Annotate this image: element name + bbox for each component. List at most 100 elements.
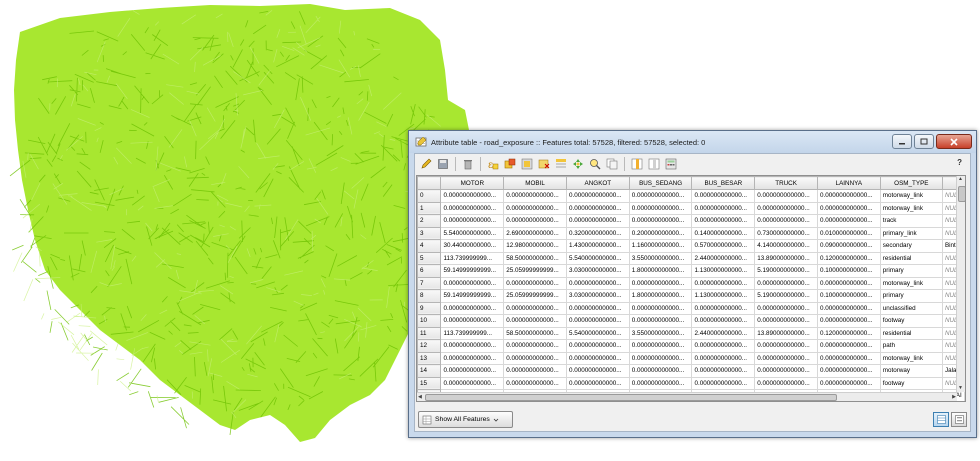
table-cell[interactable]: residential [879, 251, 943, 265]
table-cell[interactable]: motorway_link [879, 276, 943, 290]
table-cell[interactable]: 1.800000000000... [628, 289, 693, 303]
table-cell[interactable]: 0.000000000000... [628, 189, 693, 203]
table-cell[interactable]: 1.160000000000... [628, 239, 693, 253]
scroll-up-icon[interactable]: ▲ [958, 176, 963, 182]
row-number[interactable]: 1 [417, 201, 442, 215]
table-cell[interactable]: 4.140000000000... [754, 239, 818, 253]
field-calculator-button[interactable] [664, 157, 678, 171]
table-cell[interactable]: 0.000000000000... [691, 339, 756, 353]
table-cell[interactable]: 0.100000000000... [816, 289, 881, 303]
table-cell[interactable]: 5.190000000000... [754, 264, 818, 278]
table-cell[interactable]: 0.320000000000... [565, 226, 630, 240]
scroll-down-icon[interactable]: ▼ [958, 385, 963, 391]
table-cell[interactable]: 0.000000000000... [754, 276, 818, 290]
table-cell[interactable]: footway [879, 314, 943, 328]
row-number[interactable]: 8 [417, 289, 442, 303]
table-cell[interactable]: residential [879, 326, 943, 340]
copy-rows-button[interactable] [605, 157, 619, 171]
table-cell[interactable]: 0.000000000000... [816, 314, 881, 328]
table-cell[interactable]: 0.000000000000... [816, 301, 881, 315]
table-cell[interactable]: 0.000000000000... [503, 376, 567, 390]
table-cell[interactable]: 0.000000000000... [503, 214, 567, 228]
table-cell[interactable]: unclassified [879, 301, 943, 315]
horizontal-scroll-thumb[interactable] [425, 394, 837, 401]
column-header-truck[interactable]: TRUCK [754, 176, 818, 190]
table-cell[interactable]: 2.440000000000... [691, 251, 756, 265]
table-cell[interactable]: 5.540000000000... [440, 226, 505, 240]
table-cell[interactable]: 0.000000000000... [565, 351, 630, 365]
table-cell[interactable]: 0.000000000000... [754, 214, 818, 228]
table-cell[interactable]: 0.000000000000... [440, 376, 505, 390]
table-cell[interactable]: track [879, 214, 943, 228]
table-cell[interactable]: 0.000000000000... [628, 214, 693, 228]
pan-to-selection-button[interactable] [571, 157, 585, 171]
table-row[interactable]: 13 0.000000000000... 0.000000000000... 0.00… [417, 351, 965, 365]
row-number[interactable]: 7 [417, 276, 442, 290]
table-row[interactable]: 7 0.000000000000... 0.000000000000... 0.000… [417, 276, 965, 290]
table-cell[interactable]: 0.200000000000... [628, 226, 693, 240]
table-cell[interactable]: 0.000000000000... [628, 201, 693, 215]
table-row[interactable]: 11 113.739999999... 58.50000000000... 5.540… [417, 326, 965, 340]
table-cell[interactable]: 0.000000000000... [565, 301, 630, 315]
column-header-bus-sedang[interactable]: BUS_SEDANG [628, 176, 693, 190]
table-cell[interactable]: 0.000000000000... [440, 214, 505, 228]
table-cell[interactable]: 0.000000000000... [565, 364, 630, 378]
row-number[interactable]: 2 [417, 214, 442, 228]
table-cell[interactable]: 0.000000000000... [628, 376, 693, 390]
table-cell[interactable]: 0.140000000000... [691, 226, 756, 240]
table-cell[interactable]: 0.000000000000... [754, 189, 818, 203]
table-cell[interactable]: 0.000000000000... [691, 214, 756, 228]
table-cell[interactable]: 59.14999999999... [440, 289, 505, 303]
move-selection-top-button[interactable] [554, 157, 568, 171]
table-row[interactable]: 12 0.000000000000... 0.000000000000... 0.00… [417, 339, 965, 353]
table-cell[interactable]: 1.130000000000... [691, 264, 756, 278]
select-by-expression-button[interactable]: ε [486, 157, 500, 171]
table-cell[interactable]: 0.000000000000... [565, 314, 630, 328]
row-number[interactable]: 13 [417, 351, 442, 365]
row-number[interactable]: 9 [417, 301, 442, 315]
table-cell[interactable]: 0.000000000000... [565, 376, 630, 390]
table-cell[interactable]: 0.000000000000... [754, 314, 818, 328]
row-number[interactable]: 11 [417, 326, 442, 340]
table-cell[interactable]: primary_link [879, 226, 943, 240]
row-number[interactable]: 12 [417, 339, 442, 353]
column-header-lainnya[interactable]: LAINNYA [816, 176, 881, 190]
table-cell[interactable]: 0.000000000000... [565, 201, 630, 215]
table-cell[interactable]: 0.000000000000... [628, 314, 693, 328]
table-cell[interactable]: 0.000000000000... [816, 189, 881, 203]
scroll-left-icon[interactable]: ◀ [418, 394, 422, 400]
column-header-bus-besar[interactable]: BUS_BESAR [691, 176, 756, 190]
table-cell[interactable]: primary [879, 264, 943, 278]
row-number[interactable]: 3 [417, 226, 442, 240]
table-view-button[interactable] [933, 412, 949, 427]
new-column-button[interactable] [630, 157, 644, 171]
row-number[interactable]: 4 [417, 239, 442, 253]
row-number[interactable]: 14 [417, 364, 442, 378]
column-header-angkot[interactable]: ANGKOT [565, 176, 630, 190]
vertical-scroll-thumb[interactable] [958, 186, 965, 202]
delete-column-button[interactable] [647, 157, 661, 171]
table-cell[interactable]: 0.000000000000... [503, 201, 567, 215]
table-row[interactable]: 10 0.000000000000... 0.000000000000... 0.00… [417, 314, 965, 328]
row-number[interactable]: 6 [417, 264, 442, 278]
toggle-editing-button[interactable] [419, 157, 433, 171]
title-bar[interactable]: Attribute table - road_exposure :: Featu… [409, 131, 976, 153]
table-row[interactable]: 8 59.14999999999... 25.05999999999... 3.030… [417, 289, 965, 303]
table-cell[interactable]: 0.000000000000... [440, 351, 505, 365]
table-cell[interactable]: 0.000000000000... [628, 339, 693, 353]
table-cell[interactable]: 0.000000000000... [816, 201, 881, 215]
help-button[interactable]: ? [957, 158, 962, 167]
table-cell[interactable]: 0.000000000000... [691, 314, 756, 328]
invert-selection-button[interactable] [520, 157, 534, 171]
table-cell[interactable]: 25.05999999999... [503, 289, 567, 303]
table-cell[interactable]: 59.14999999999... [440, 264, 505, 278]
table-cell[interactable]: 0.000000000000... [754, 201, 818, 215]
table-cell[interactable]: 0.000000000000... [565, 214, 630, 228]
table-row[interactable]: 14 0.000000000000... 0.000000000000... 0.00… [417, 364, 965, 378]
table-cell[interactable]: 0.000000000000... [754, 339, 818, 353]
table-cell[interactable]: 0.000000000000... [503, 351, 567, 365]
table-row[interactable]: 6 59.14999999999... 25.05999999999... 3.030… [417, 264, 965, 278]
table-cell[interactable]: primary [879, 289, 943, 303]
table-cell[interactable]: 30.44000000000... [440, 239, 505, 253]
table-cell[interactable]: 13.89000000000... [754, 251, 818, 265]
